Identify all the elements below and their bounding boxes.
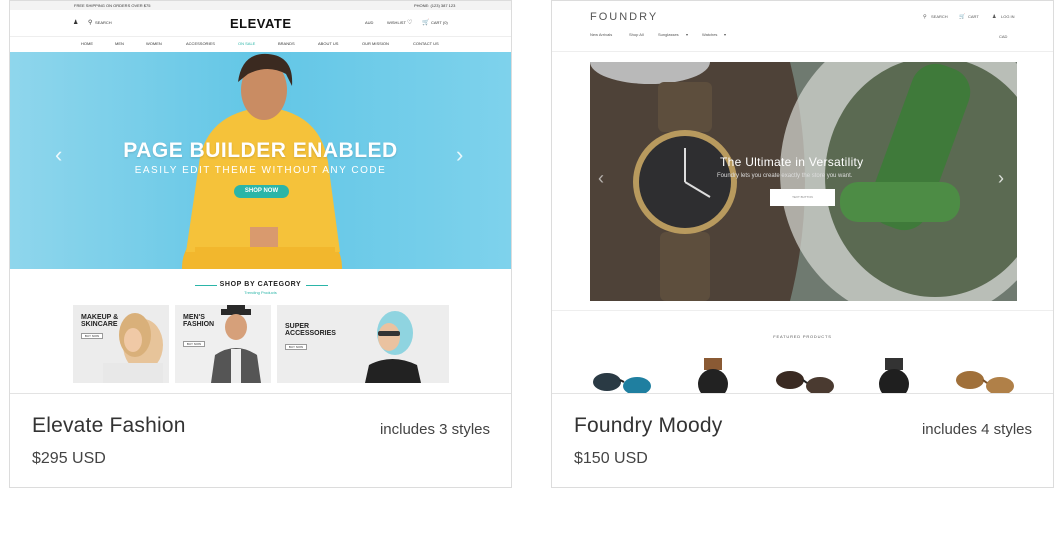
category-tile: SUPER ACCESSORIES BUY NOW — [277, 305, 449, 383]
styles-count: includes 4 styles — [921, 421, 1032, 438]
category-title: SUPER ACCESSORIES — [285, 323, 336, 337]
category-buy-button: BUY NOW — [285, 344, 307, 350]
category-title: MAKEUP & SKINCARE — [81, 314, 118, 328]
watch-icon — [698, 358, 728, 393]
featured-products-row — [593, 358, 1014, 393]
theme-info: Elevate Fashion $295 USD includes 3 styl… — [10, 393, 511, 487]
user-icon: ♟ — [73, 20, 79, 26]
section-divider — [552, 310, 1053, 311]
search-link: SEARCH — [931, 14, 948, 19]
hero-shop-now-button: SHOP NOW — [234, 185, 289, 198]
theme-name[interactable]: Elevate Fashion — [32, 414, 186, 438]
theme-card-foundry-moody[interactable]: FOUNDRY New Arrivals Shop All Sunglasses… — [551, 0, 1054, 488]
hero-title: PAGE BUILDER ENABLED — [123, 139, 398, 162]
theme-price: $150 USD — [574, 450, 648, 467]
category-title-line: MAKEUP & — [81, 314, 119, 321]
preview-header: ♟ ⚲ SEARCH ELEVATE AUD WISHLIST ♡ 🛒 CART… — [10, 10, 511, 37]
carousel-dots — [255, 260, 279, 269]
nav-item: MEN — [115, 41, 124, 46]
search-icon: ⚲ — [88, 20, 93, 26]
preview-topbar: FREE SHIPPING ON ORDERS OVER $75 PHONE: … — [10, 1, 511, 10]
theme-price: $295 USD — [32, 450, 106, 467]
chevron-left-icon: ‹ — [598, 168, 604, 188]
theme-name[interactable]: Foundry Moody — [574, 414, 723, 438]
chevron-right-icon: › — [998, 168, 1004, 188]
cart-link: CART (0) — [431, 20, 448, 25]
category-title-line: SUPER — [285, 323, 310, 330]
topbar-shipping-text: FREE SHIPPING ON ORDERS OVER $75 — [74, 3, 151, 8]
preview-hero-banner: PAGE BUILDER ENABLED EASILY EDIT THEME W… — [10, 52, 511, 269]
sunglasses-icon — [593, 373, 651, 393]
currency-selector: CAD — [999, 34, 1008, 39]
nav-item: Watches — [702, 32, 718, 37]
divider-line — [306, 285, 328, 286]
category-title-line: ACCESSORIES — [285, 330, 336, 337]
category-title: MEN'S FASHION — [183, 314, 214, 328]
preview-hero-banner: The Ultimate in Versatility Foundry lets… — [590, 62, 1017, 301]
category-title-line: FASHION — [183, 321, 215, 328]
nav-item: CONTACT US — [413, 41, 439, 46]
hero-subtitle: EASILY EDIT THEME WITHOUT ANY CODE — [134, 165, 387, 176]
category-buy-button: BUY NOW — [183, 341, 205, 347]
nav-item: New Arrivals — [590, 32, 613, 37]
category-tile: MAKEUP & SKINCARE BUY NOW — [73, 305, 169, 383]
wishlist-link: WISHLIST — [387, 20, 406, 25]
featured-products-label: FEATURED PRODUCTS — [773, 334, 832, 339]
category-section-title: SHOP BY CATEGORY — [219, 281, 302, 288]
preview-logo: FOUNDRY — [590, 11, 659, 23]
nav-item: Shop All — [629, 32, 644, 37]
theme-info: Foundry Moody $150 USD includes 4 styles — [552, 393, 1053, 487]
nav-item: Sunglasses — [658, 32, 679, 37]
theme-card-elevate-fashion[interactable]: FREE SHIPPING ON ORDERS OVER $75 PHONE: … — [9, 0, 512, 488]
nav-item: WOMEN — [146, 41, 162, 46]
nav-item: ON SALE — [238, 41, 256, 46]
header-divider — [552, 51, 1053, 52]
search-icon: ⚲ — [923, 14, 927, 20]
theme-preview-image[interactable]: FREE SHIPPING ON ORDERS OVER $75 PHONE: … — [10, 1, 511, 393]
cart-link: CART — [968, 14, 979, 19]
currency-selector: AUD — [365, 20, 374, 25]
nav-item: OUR MISSION — [362, 41, 389, 46]
hero-title: The Ultimate in Versatility — [720, 155, 864, 169]
chevron-down-icon: ▾ — [724, 32, 727, 37]
chevron-right-icon: › — [456, 142, 464, 167]
category-tile: MEN'S FASHION BUY NOW — [175, 305, 271, 383]
watch-icon — [879, 358, 909, 393]
nav-item: ACCESSORIES — [186, 41, 215, 46]
heart-icon: ♡ — [407, 20, 413, 26]
styles-count: includes 3 styles — [379, 421, 490, 438]
category-title-line: MEN'S — [183, 314, 205, 321]
login-link: LOG IN — [1001, 14, 1015, 19]
hero-watch-image — [590, 62, 1017, 301]
category-section-subtitle: Trending Products — [244, 290, 277, 295]
user-icon: ♟ — [992, 14, 997, 20]
search-label: SEARCH — [95, 20, 112, 25]
hero-button: TEXT BUTTON — [770, 189, 835, 206]
nav-item: ABOUT US — [318, 41, 339, 46]
sunglasses-icon — [956, 371, 1014, 393]
theme-preview-image[interactable]: FOUNDRY New Arrivals Shop All Sunglasses… — [552, 1, 1053, 393]
preview-logo: ELEVATE — [230, 16, 292, 31]
cart-icon: 🛒 — [959, 14, 966, 20]
chevron-down-icon: ▾ — [686, 32, 689, 37]
nav-item: HOME — [81, 41, 93, 46]
category-buy-button: BUY NOW — [81, 333, 103, 339]
sunglasses-icon — [776, 371, 834, 393]
preview-nav: HOME MEN WOMEN ACCESSORIES ON SALE BRAND… — [10, 37, 511, 52]
chevron-left-icon: ‹ — [55, 142, 63, 167]
nav-item: BRANDS — [278, 41, 295, 46]
topbar-phone-text: PHONE: (123) 387 123 — [414, 3, 456, 8]
cart-icon: 🛒 — [422, 20, 430, 26]
category-title-line: SKINCARE — [81, 321, 118, 328]
hero-subtitle: Foundry lets you create exactly the stor… — [717, 173, 853, 179]
